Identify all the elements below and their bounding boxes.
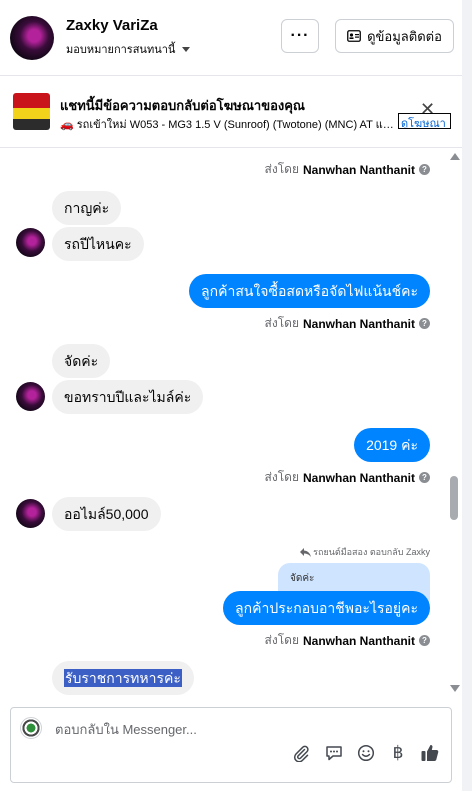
sent-by-label: ส่งโดย Nanwhan Nanthanit ? [265, 631, 430, 650]
view-ad-link[interactable]: ดูโฆษณา [398, 113, 451, 129]
view-contact-label: ดูข้อมูลติดต่อ [367, 28, 442, 44]
info-icon[interactable]: ? [419, 472, 430, 483]
scroll-up-arrow-icon[interactable] [450, 153, 460, 160]
info-icon[interactable]: ? [419, 635, 430, 646]
info-icon[interactable]: ? [419, 164, 430, 175]
sent-by-prefix: ส่งโดย [264, 470, 299, 484]
caret-down-icon [182, 46, 191, 52]
assign-conversation-dropdown[interactable]: มอบหมายการสนทนานี้ [66, 40, 191, 58]
incoming-message[interactable]: จัดค่ะ [52, 344, 111, 378]
sent-by-label: ส่งโดย Nanwhan Nanthanit ? [265, 314, 430, 333]
outgoing-message[interactable]: 2019 ค่ะ [354, 428, 430, 462]
ad-thumbnail[interactable] [13, 93, 50, 130]
incoming-message[interactable]: รถปีไหนคะ [52, 227, 144, 261]
sent-by-prefix: ส่งโดย [264, 162, 299, 176]
view-contact-button[interactable]: ดูข้อมูลติดต่อ [335, 19, 454, 53]
outgoing-message[interactable]: ลูกค้าประกอบอาชีพอะไรอยู่คะ [223, 591, 430, 625]
incoming-message[interactable]: กาญค่ะ [52, 191, 122, 225]
incoming-message[interactable]: ออไมล์50,000 [52, 497, 161, 531]
scroll-down-arrow-icon[interactable] [450, 685, 460, 692]
paperclip-icon[interactable] [290, 742, 312, 764]
chat-scrollbar-thumb[interactable] [450, 476, 458, 520]
sender-name: Nanwhan Nanthanit [302, 470, 415, 485]
contact-avatar-small [16, 382, 45, 411]
incoming-message[interactable]: รับราชการทหารค่ะ [52, 661, 194, 695]
reply-arrow-icon [300, 547, 312, 557]
more-options-button[interactable]: ··· [281, 19, 319, 53]
chat-bubble-icon[interactable] [323, 742, 345, 764]
reply-context-label: รถยนต์มือสอง ตอบกลับ Zaxky [300, 545, 430, 559]
thumbs-up-icon[interactable] [419, 742, 441, 764]
contact-avatar[interactable] [10, 15, 54, 60]
selected-message-text: รับราชการทหารค่ะ [64, 669, 182, 687]
contact-name[interactable]: Zaxky VariZa [66, 17, 190, 34]
sender-name: Nanwhan Nanthanit [302, 162, 415, 177]
baht-icon[interactable]: ฿ [387, 742, 409, 764]
outgoing-message[interactable]: ลูกค้าสนใจซื้อสดหรือจัดไฟแน้นช์คะ [189, 274, 430, 308]
sent-by-prefix: ส่งโดย [264, 316, 299, 330]
sender-name: Nanwhan Nanthanit [302, 633, 415, 648]
sent-by-prefix: ส่งโดย [264, 633, 299, 647]
contact-avatar-small [16, 499, 45, 528]
sent-by-label: ส่งโดย Nanwhan Nanthanit ? [265, 468, 430, 487]
sender-name: Nanwhan Nanthanit [302, 316, 415, 331]
ad-banner-subtitle: 🚗 รถเข้าใหม่ W053 - MG3 1.5 V (Sunroof) … [60, 119, 396, 131]
assign-conversation-label: มอบหมายการสนทนานี้ [66, 44, 176, 56]
incoming-message[interactable]: ขอทราบปีและไมล์ค่ะ [52, 380, 204, 414]
window-scroll-rail [462, 0, 472, 791]
emoji-icon[interactable] [355, 742, 377, 764]
reply-context-text: รถยนต์มือสอง ตอบกลับ Zaxky [313, 547, 430, 557]
ad-reply-banner: แชทนี้มีข้อความตอบกลับต่อโฆษณาของคุณ 🚗 ร… [0, 76, 462, 148]
reply-composer [10, 707, 452, 783]
ad-banner-title: แชทนี้มีข้อความตอบกลับต่อโฆษณาของคุณ [60, 98, 305, 113]
reply-input[interactable] [55, 722, 435, 737]
sent-by-label: ส่งโดย Nanwhan Nanthanit ? [265, 160, 430, 179]
info-icon[interactable]: ? [419, 318, 430, 329]
contact-avatar-small [16, 228, 45, 257]
page-avatar [20, 717, 42, 739]
contact-card-icon [347, 30, 361, 42]
